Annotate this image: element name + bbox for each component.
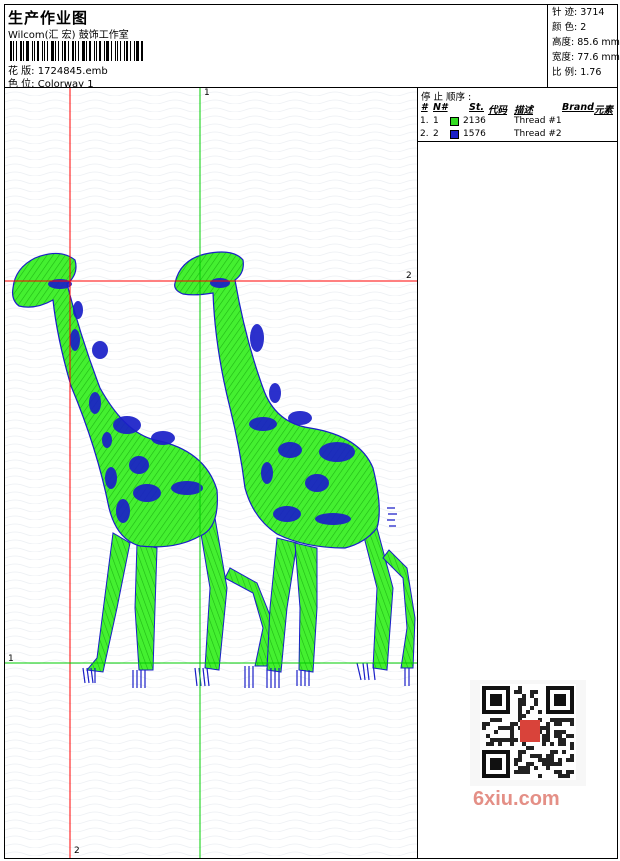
- col-desc: 描述: [514, 105, 534, 116]
- barcode-bar: [72, 41, 75, 61]
- barcode-bar: [41, 41, 43, 61]
- guide-label-bottom: 2: [74, 846, 80, 856]
- barcode: [10, 41, 146, 61]
- embroidery-preview: [5, 88, 417, 858]
- row-2-needle: 2: [433, 129, 439, 139]
- barcode-bar: [120, 41, 122, 61]
- barcode-bar: [25, 41, 29, 61]
- design-canvas[interactable]: 1 2 1 2: [5, 88, 418, 858]
- barcode-bar: [46, 41, 49, 61]
- watermark-text: 6xiu.com: [473, 788, 560, 810]
- barcode-bar: [93, 41, 95, 61]
- barcode-bar: [141, 41, 144, 61]
- panel-divider: [418, 141, 618, 142]
- barcode-bar: [130, 41, 132, 61]
- barcode-bar: [75, 41, 77, 61]
- barcode-bar: [58, 41, 60, 61]
- col-index: #: [421, 102, 428, 113]
- barcode-bar: [22, 41, 24, 61]
- barcode-bar: [98, 41, 101, 61]
- barcode-bar: [105, 41, 109, 61]
- col-code: 代码: [488, 105, 508, 116]
- barcode-bar: [68, 41, 70, 61]
- stop-sequence-title: 停 止 顺序 :: [421, 92, 472, 103]
- col-st: St.: [469, 102, 484, 113]
- barcode-bar: [51, 41, 55, 61]
- barcode-bar: [78, 41, 80, 61]
- stats-panel: 针 迹: 3714 颜 色: 2 高度: 85.6 mm 宽度: 77.6 mm…: [547, 4, 620, 88]
- company-name: Wilcom(汇 宏) 鼓饰工作室: [8, 30, 129, 41]
- barcode-bar: [43, 41, 45, 61]
- row-2-code: 1576: [463, 129, 486, 139]
- barcode-bar: [10, 41, 12, 61]
- row-2-swatch: [450, 130, 459, 139]
- guide-label-top: 1: [204, 88, 210, 98]
- barcode-bar: [126, 41, 129, 61]
- stat-height: 高度: 85.6 mm: [552, 37, 620, 48]
- barcode-bar: [62, 41, 64, 61]
- stat-colors: 颜 色: 2: [552, 22, 587, 33]
- barcode-bar: [33, 41, 35, 61]
- barcode-bar: [31, 41, 33, 61]
- barcode-bar: [64, 41, 67, 61]
- barcode-bar: [88, 41, 91, 61]
- barcode-bar: [124, 41, 126, 61]
- row-1-desc: Thread #1: [514, 116, 562, 126]
- barcode-bar: [82, 41, 85, 61]
- guide-label-right: 2: [406, 271, 412, 281]
- col-needle: N#: [433, 102, 448, 113]
- barcode-bar: [15, 41, 17, 61]
- row-2-desc: Thread #2: [514, 129, 562, 139]
- barcode-bar: [136, 41, 140, 61]
- seal-stamp: [520, 720, 540, 742]
- barcode-bar: [114, 41, 116, 61]
- stat-scale: 比 例: 1.76: [552, 67, 602, 78]
- barcode-bar: [110, 41, 112, 61]
- page-title: 生产作业图: [8, 9, 89, 27]
- guide-label-left: 1: [8, 654, 14, 664]
- barcode-bar: [134, 41, 136, 61]
- qr-code: [470, 680, 586, 786]
- row-2-index: 2.: [420, 129, 429, 139]
- barcode-bar: [55, 41, 57, 61]
- row-1-needle: 1: [433, 116, 439, 126]
- barcode-bar: [85, 41, 87, 61]
- barcode-bar: [95, 41, 97, 61]
- barcode-bar: [19, 41, 22, 61]
- row-1-index: 1.: [420, 116, 429, 126]
- stat-stitches: 针 迹: 3714: [552, 7, 605, 18]
- col-brand: Brand: [562, 102, 594, 113]
- barcode-bar: [36, 41, 39, 61]
- barcode-bar: [103, 41, 105, 61]
- sheet-header: 生产作业图 Wilcom(汇 宏) 鼓饰工作室 花 版: 1724845.emb…: [4, 4, 620, 90]
- row-1-swatch: [450, 117, 459, 126]
- barcode-bar: [12, 41, 14, 61]
- stat-width: 宽度: 77.6 mm: [552, 52, 620, 63]
- barcode-bar: [116, 41, 119, 61]
- row-1-code: 2136: [463, 116, 486, 126]
- col-element: 元素: [594, 105, 614, 116]
